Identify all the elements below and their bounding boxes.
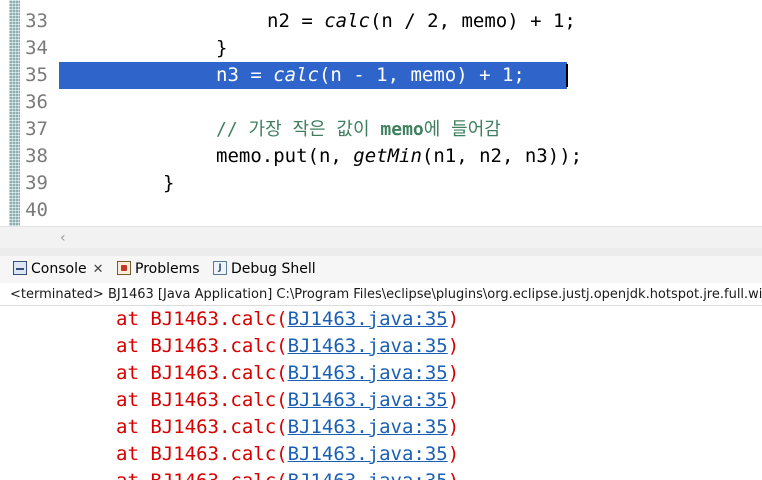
code-line[interactable]: 39 } [0, 170, 762, 197]
source-link[interactable]: BJ1463.java:35 [288, 416, 448, 438]
close-icon[interactable]: ✕ [93, 262, 104, 277]
code-line[interactable]: 40 [0, 197, 762, 224]
line-number: 35 [25, 64, 48, 86]
console-icon [13, 261, 27, 275]
stack-trace-line: at BJ1463.calc(BJ1463.java:35) [116, 468, 459, 480]
problems-icon [117, 261, 131, 275]
code-line[interactable]: 33 n2 = calc(n / 2, memo) + 1; [0, 8, 762, 35]
editor-horizontal-scrollbar[interactable]: ‹ [0, 226, 762, 249]
panel-divider[interactable] [0, 248, 762, 256]
line-number: 38 [25, 145, 48, 167]
code-line[interactable]: 36 [0, 89, 762, 116]
code-line[interactable]: 37 // 가장 작은 값이 memo에 들어감 [0, 116, 762, 143]
code-comment: // 가장 작은 값이 memo에 들어감 [216, 119, 501, 140]
line-number: 39 [25, 172, 48, 194]
stack-trace-line: at BJ1463.calc(BJ1463.java:35) [116, 389, 460, 411]
console-output[interactable]: at BJ1463.calc(BJ1463.java:35) at BJ1463… [0, 306, 762, 480]
code-editor[interactable]: 33 n2 = calc(n / 2, memo) + 1; 34 } 35 n… [0, 0, 762, 226]
code-line[interactable]: 34 } [0, 35, 762, 62]
tab-problems[interactable]: Problems [117, 256, 200, 283]
debug-shell-icon: J [213, 261, 227, 275]
source-link[interactable]: BJ1463.java:35 [288, 470, 448, 480]
line-number: 34 [25, 37, 48, 59]
tab-debug-shell[interactable]: J Debug Shell [213, 256, 316, 283]
line-number: 37 [25, 118, 48, 140]
selected-code-line[interactable]: 35 n3 = calc(n - 1, memo) + 1; [0, 62, 762, 89]
code-line[interactable]: 38 memo.put(n, getMin(n1, n2, n3)); [0, 143, 762, 170]
stack-trace-line: at BJ1463.calc(BJ1463.java:35) [116, 308, 460, 330]
text-caret [566, 64, 568, 87]
source-link[interactable]: BJ1463.java:35 [288, 308, 448, 330]
views-tab-bar: Console ✕ Problems J Debug Shell [0, 256, 762, 283]
console-process-status: <terminated> BJ1463 [Java Application] C… [0, 283, 762, 306]
stack-trace-line: at BJ1463.calc(BJ1463.java:35) [116, 443, 460, 465]
source-link[interactable]: BJ1463.java:35 [288, 362, 448, 384]
source-link[interactable]: BJ1463.java:35 [288, 335, 448, 357]
stack-trace-line: at BJ1463.calc(BJ1463.java:35) [116, 362, 460, 384]
line-number: 36 [25, 91, 48, 113]
scroll-left-arrow-icon[interactable]: ‹ [60, 230, 66, 246]
source-link[interactable]: BJ1463.java:35 [288, 389, 448, 411]
stack-trace-line: at BJ1463.calc(BJ1463.java:35) [116, 416, 460, 438]
line-number: 33 [25, 10, 48, 32]
source-link[interactable]: BJ1463.java:35 [288, 443, 448, 465]
line-number: 40 [25, 199, 48, 221]
tab-console[interactable]: Console ✕ [13, 256, 103, 283]
stack-trace-line: at BJ1463.calc(BJ1463.java:35) [116, 335, 460, 357]
